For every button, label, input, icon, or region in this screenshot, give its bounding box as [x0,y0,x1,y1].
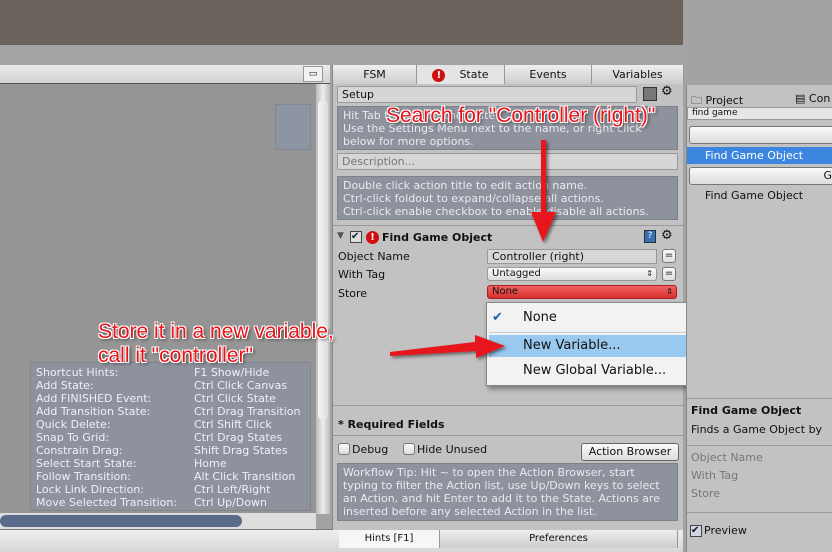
arrow-down-shaft [541,140,546,216]
annotation-store-line2: call it "controller" [98,344,253,367]
annotation-store-line1: Store it in a new variable, [98,320,334,343]
annotation-search: Search for "Controller (right)" [386,104,656,127]
arrow-right-body [390,335,505,358]
annotation-arrows [390,140,556,358]
arrow-down-head [531,212,556,242]
